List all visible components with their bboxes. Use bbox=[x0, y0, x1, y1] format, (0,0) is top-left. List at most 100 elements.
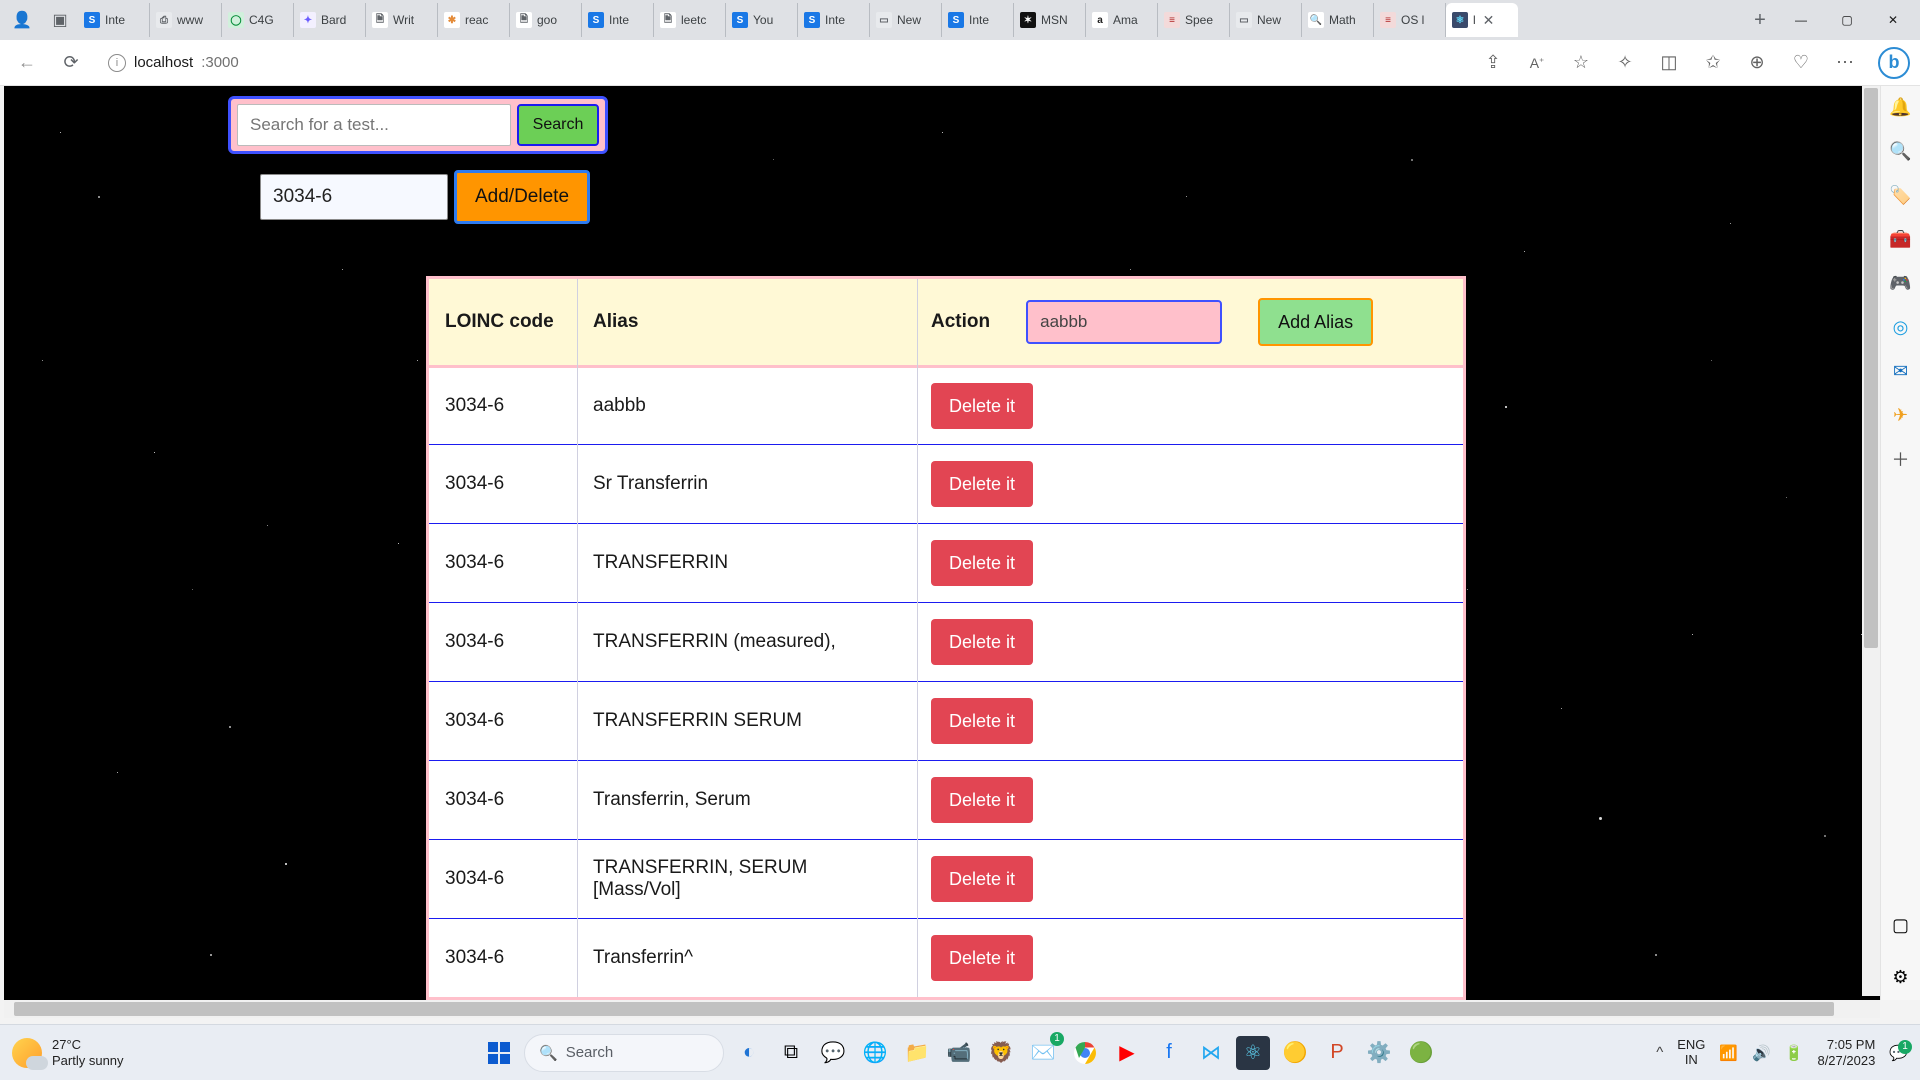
delete-button[interactable]: Delete it bbox=[931, 777, 1033, 823]
browser-tab[interactable]: ▭New bbox=[870, 3, 942, 37]
volume-icon[interactable]: 🔊 bbox=[1752, 1044, 1771, 1062]
new-tab-button[interactable]: + bbox=[1742, 3, 1778, 37]
hide-sidebar-icon[interactable]: ▢ bbox=[1890, 914, 1912, 936]
collections-icon[interactable]: ⊕ bbox=[1740, 46, 1774, 80]
more-menu-icon[interactable]: ⋯ bbox=[1828, 46, 1862, 80]
browser-tab[interactable]: SInte bbox=[942, 3, 1014, 37]
react-dev-icon[interactable]: ⚛ bbox=[1236, 1036, 1270, 1070]
vertical-scrollbar[interactable] bbox=[1862, 86, 1880, 996]
page-viewport[interactable]: Search Add/Delete LOINC code Alias Actio… bbox=[4, 86, 1880, 1000]
notifications-icon[interactable]: 💬 bbox=[1889, 1044, 1908, 1062]
browser-tab[interactable]: ▭New bbox=[1230, 3, 1302, 37]
chrome-icon[interactable] bbox=[1068, 1036, 1102, 1070]
vscode-icon[interactable]: ⋈ bbox=[1194, 1036, 1228, 1070]
outlook-icon[interactable]: ✉ bbox=[1890, 360, 1912, 382]
back-button[interactable]: ← bbox=[10, 46, 44, 80]
url-box[interactable]: i localhost:3000 bbox=[98, 46, 1466, 80]
extensions-icon[interactable]: ✧ bbox=[1608, 46, 1642, 80]
edge-browser-icon[interactable]: 🌐 bbox=[858, 1036, 892, 1070]
add-delete-button[interactable]: Add/Delete bbox=[454, 170, 590, 224]
brave-icon[interactable]: 🦁 bbox=[984, 1036, 1018, 1070]
copilot-icon[interactable]: ◐ bbox=[732, 1036, 766, 1070]
add-alias-button[interactable]: Add Alias bbox=[1258, 298, 1373, 346]
share-icon[interactable]: ⇪ bbox=[1476, 46, 1510, 80]
settings-gear-icon[interactable]: ⚙ bbox=[1890, 966, 1912, 988]
browser-tab[interactable]: ✦Bard bbox=[294, 3, 366, 37]
wifi-icon[interactable]: 📶 bbox=[1719, 1044, 1738, 1062]
horizontal-scrollbar[interactable] bbox=[4, 1000, 1880, 1018]
chrome-canary-icon[interactable]: 🟡 bbox=[1278, 1036, 1312, 1070]
send-icon[interactable]: ✈ bbox=[1890, 404, 1912, 426]
browser-tab[interactable]: SInte bbox=[798, 3, 870, 37]
toolbox-icon[interactable]: 🧰 bbox=[1890, 228, 1912, 250]
browser-tab[interactable]: ◯C4G bbox=[222, 3, 294, 37]
weather-text: 27°C Partly sunny bbox=[52, 1037, 124, 1068]
bell-icon[interactable]: 🔔 bbox=[1890, 96, 1912, 118]
bing-chat-icon[interactable]: b bbox=[1878, 47, 1910, 79]
shopping-tag-icon[interactable]: 🏷️ bbox=[1890, 184, 1912, 206]
mail-icon[interactable]: ✉️ bbox=[1026, 1036, 1060, 1070]
browser-tab[interactable]: SInte bbox=[78, 3, 150, 37]
facebook-icon[interactable]: f bbox=[1152, 1036, 1186, 1070]
delete-button[interactable]: Delete it bbox=[931, 935, 1033, 981]
profile-icon[interactable]: 👤 bbox=[4, 3, 40, 37]
browser-tab[interactable]: ⎙www bbox=[150, 3, 222, 37]
browser-essentials-icon[interactable]: ♡ bbox=[1784, 46, 1818, 80]
delete-button[interactable]: Delete it bbox=[931, 698, 1033, 744]
tray-chevron-icon[interactable]: ^ bbox=[1656, 1044, 1663, 1061]
file-explorer-icon[interactable]: 📁 bbox=[900, 1036, 934, 1070]
tab-label: New bbox=[897, 13, 921, 27]
browser-tab[interactable]: ✶MSN bbox=[1014, 3, 1086, 37]
powerpoint-icon[interactable]: P bbox=[1320, 1036, 1354, 1070]
browser-tab[interactable]: ✱reac bbox=[438, 3, 510, 37]
clock[interactable]: 7:05 PM 8/27/2023 bbox=[1817, 1037, 1875, 1068]
google-meet-icon[interactable]: 📹 bbox=[942, 1036, 976, 1070]
favorite-star-icon[interactable]: ☆ bbox=[1564, 46, 1598, 80]
edge-icon[interactable]: ◎ bbox=[1890, 316, 1912, 338]
browser-tab[interactable]: 🗎goo bbox=[510, 3, 582, 37]
language-indicator[interactable]: ENG IN bbox=[1677, 1038, 1705, 1067]
task-view-icon[interactable]: ⧉ bbox=[774, 1036, 808, 1070]
search-input[interactable] bbox=[237, 104, 511, 146]
games-icon[interactable]: 🎮 bbox=[1890, 272, 1912, 294]
browser-tab[interactable]: SYou bbox=[726, 3, 798, 37]
add-sidebar-icon[interactable]: ＋ bbox=[1890, 448, 1912, 470]
action-header-label: Action bbox=[931, 311, 990, 333]
app-green-icon[interactable]: 🟢 bbox=[1404, 1036, 1438, 1070]
tab-actions-icon[interactable]: ▣ bbox=[42, 3, 78, 37]
alias-input[interactable] bbox=[1026, 300, 1222, 344]
weather-widget[interactable]: 27°C Partly sunny bbox=[12, 1037, 124, 1068]
site-info-icon[interactable]: i bbox=[108, 54, 126, 72]
browser-tab[interactable]: SInte bbox=[582, 3, 654, 37]
delete-button[interactable]: Delete it bbox=[931, 461, 1033, 507]
start-button[interactable] bbox=[482, 1036, 516, 1070]
chat-icon[interactable]: 💬 bbox=[816, 1036, 850, 1070]
settings-icon[interactable]: ⚙️ bbox=[1362, 1036, 1396, 1070]
battery-icon[interactable]: 🔋 bbox=[1785, 1044, 1804, 1062]
minimize-button[interactable]: — bbox=[1778, 3, 1824, 37]
browser-tab[interactable]: ≡OS l bbox=[1374, 3, 1446, 37]
refresh-button[interactable]: ⟳ bbox=[54, 46, 88, 80]
browser-tab[interactable]: aAma bbox=[1086, 3, 1158, 37]
loinc-code-input[interactable] bbox=[260, 174, 448, 220]
delete-button[interactable]: Delete it bbox=[931, 540, 1033, 586]
youtube-icon[interactable]: ▶ bbox=[1110, 1036, 1144, 1070]
browser-tab[interactable]: ⚛l✕ bbox=[1446, 3, 1518, 37]
taskbar-search[interactable]: 🔍 Search bbox=[524, 1034, 724, 1072]
tab-label: New bbox=[1257, 13, 1281, 27]
browser-tab[interactable]: 🗎Writ bbox=[366, 3, 438, 37]
close-tab-icon[interactable]: ✕ bbox=[1483, 12, 1495, 29]
search-button[interactable]: Search bbox=[517, 104, 599, 146]
maximize-button[interactable]: ▢ bbox=[1824, 3, 1870, 37]
favorites-list-icon[interactable]: ✩ bbox=[1696, 46, 1730, 80]
delete-button[interactable]: Delete it bbox=[931, 619, 1033, 665]
split-screen-icon[interactable]: ◫ bbox=[1652, 46, 1686, 80]
browser-tab[interactable]: 🗎leetc bbox=[654, 3, 726, 37]
text-size-icon[interactable]: A⁺ bbox=[1520, 46, 1554, 80]
close-window-button[interactable]: ✕ bbox=[1870, 3, 1916, 37]
browser-tab[interactable]: ≡Spee bbox=[1158, 3, 1230, 37]
browser-tab[interactable]: 🔍Math bbox=[1302, 3, 1374, 37]
search-icon[interactable]: 🔍 bbox=[1890, 140, 1912, 162]
delete-button[interactable]: Delete it bbox=[931, 856, 1033, 902]
delete-button[interactable]: Delete it bbox=[931, 383, 1033, 429]
